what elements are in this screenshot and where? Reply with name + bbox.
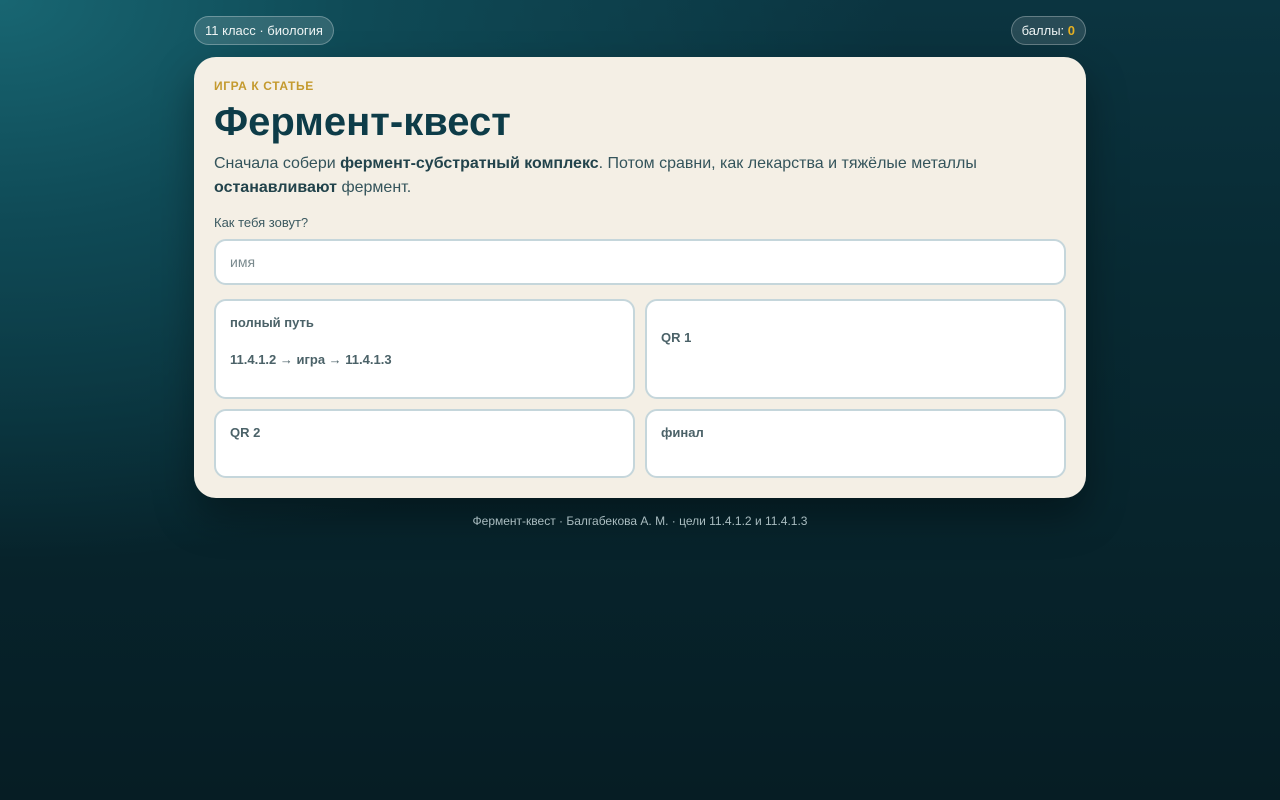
page-title: Фермент-квест — [214, 100, 511, 144]
desc-text-1: Сначала собери — [214, 155, 341, 172]
quest-card: ИГРА К СТАТЬЕ Фермент-квест Сначала собе… — [194, 57, 1086, 498]
tile-full-path-label: полный путь — [230, 315, 314, 330]
footer-credits: Фермент-квест · Балгабекова А. М. · цели… — [472, 514, 808, 528]
tile-qr-1-label: QR 1 — [661, 330, 692, 345]
tile-qr-2-label: QR 2 — [230, 425, 261, 440]
tile-qr-2[interactable]: QR 2 — [214, 409, 635, 478]
desc-text-3: фермент. — [337, 179, 412, 196]
card-kicker: ИГРА К СТАТЬЕ — [214, 79, 314, 93]
desc-text-2: . Потом сравни, как лекарства и тяжёлые … — [598, 155, 977, 172]
name-input[interactable] — [214, 239, 1066, 285]
desc-bold-1: фермент-субстратный комплекс — [340, 155, 599, 172]
tile-final[interactable]: финал — [645, 409, 1066, 478]
tile-qr-1[interactable]: QR 1 — [645, 299, 1066, 399]
top-bar: 11 класс · биология баллы: 0 — [194, 16, 1086, 45]
score-value: 0 — [1067, 23, 1075, 38]
desc-bold-2: останавливают — [214, 179, 338, 196]
name-field-label: Как тебя зовут? — [214, 215, 309, 230]
tile-final-label: финал — [661, 425, 704, 440]
score-label: баллы: — [1021, 23, 1068, 38]
card-description: Сначала собери фермент-субстратный компл… — [214, 152, 1044, 200]
tile-full-path[interactable]: полный путь 11.4.1.2 → игра → 11.4.1.3 — [214, 299, 635, 399]
class-badge: 11 класс · биология — [194, 16, 334, 45]
tile-full-path-route: 11.4.1.2 → игра → 11.4.1.3 — [230, 352, 392, 367]
score-badge: баллы: 0 — [1010, 16, 1086, 45]
